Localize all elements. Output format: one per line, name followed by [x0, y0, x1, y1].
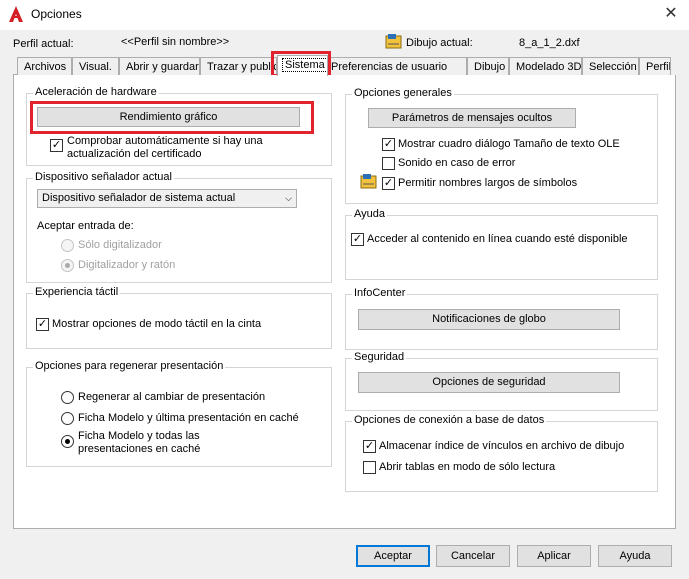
pointing-device-select[interactable]: Dispositivo señalador de sistema actual ⌵ [37, 189, 297, 208]
button-highlight-box [30, 101, 314, 134]
model-all-cached-label-2: presentaciones en caché [78, 443, 201, 455]
long-symbol-names-checkbox[interactable]: ✓ [382, 177, 395, 190]
tab-bar: Archivos Visual. Abrir y guardar Trazar … [13, 55, 671, 76]
readonly-tables-checkbox[interactable] [363, 461, 376, 474]
title-bar [0, 0, 689, 30]
tab-seleccion[interactable]: Selección [582, 57, 639, 75]
group-title: Opciones de conexión a base de datos [352, 414, 547, 426]
model-last-cached-label: Ficha Modelo y última presentación en ca… [78, 412, 299, 424]
certificate-update-label-1: Comprobar automáticamente si hay una [67, 135, 263, 147]
tab-archivos[interactable]: Archivos [17, 57, 72, 75]
window-title: Opciones [31, 7, 82, 21]
security-options-button[interactable]: Opciones de seguridad [358, 372, 620, 393]
group-help: Ayuda [345, 208, 658, 280]
group-title: Aceleración de hardware [33, 86, 159, 98]
group-title: Opciones para regenerar presentación [33, 360, 226, 372]
digitizer-mouse-label: Digitalizador y ratón [78, 259, 176, 271]
tab-visual[interactable]: Visual. [72, 57, 119, 75]
profile-value: <<Perfil sin nombre>> [121, 36, 230, 48]
profile-label: Perfil actual: [13, 38, 74, 50]
long-symbol-names-label: Permitir nombres largos de símbolos [398, 177, 578, 189]
online-content-checkbox[interactable]: ✓ [351, 233, 364, 246]
drawing-value: 8_a_1_2.dxf [519, 37, 580, 49]
group-title: Seguridad [352, 351, 407, 363]
accept-button[interactable]: Aceptar [356, 545, 430, 567]
balloon-notifications-button[interactable]: Notificaciones de globo [358, 309, 620, 330]
readonly-tables-label: Abrir tablas en modo de sólo lectura [379, 461, 556, 473]
chevron-down-icon: ⌵ [285, 193, 292, 203]
apply-button[interactable]: Aplicar [517, 545, 591, 567]
drawing-label: Dibujo actual: [406, 37, 473, 49]
hidden-messages-button[interactable]: Parámetros de mensajes ocultos [368, 108, 576, 128]
online-content-label: Acceder al contenido en línea cuando est… [367, 233, 628, 245]
tab-preferencias-usuario[interactable]: Preferencias de usuario [328, 57, 467, 75]
help-button[interactable]: Ayuda [598, 545, 672, 567]
tab-sistema[interactable]: Sistema [277, 55, 328, 76]
group-title: Experiencia táctil [33, 286, 121, 298]
cancel-button[interactable]: Cancelar [436, 545, 510, 567]
ole-text-size-label: Mostrar cuadro diálogo Tamaño de texto O… [398, 138, 620, 150]
tab-trazar-publicar[interactable]: Trazar y publicar [200, 57, 277, 75]
autocad-logo-icon [9, 6, 23, 22]
model-all-cached-radio[interactable] [61, 435, 74, 448]
certificate-update-checkbox[interactable]: ✓ [50, 139, 63, 152]
digitizer-only-radio[interactable] [61, 239, 74, 252]
touch-mode-checkbox[interactable]: ✓ [36, 318, 49, 331]
tab-abrir-guardar[interactable]: Abrir y guardar [119, 57, 200, 75]
digitizer-only-label: Sólo digitalizador [78, 239, 162, 251]
model-last-cached-radio[interactable] [61, 412, 74, 425]
model-all-cached-label-1: Ficha Modelo y todas las [78, 430, 200, 442]
certificate-update-label-2: actualización del certificado [67, 148, 202, 160]
error-sound-checkbox[interactable] [382, 157, 395, 170]
group-title: InfoCenter [352, 287, 408, 299]
tab-dibujo[interactable]: Dibujo [467, 57, 509, 75]
group-db-connection: Opciones de conexión a base de datos [345, 414, 658, 492]
drawing-file-icon [385, 34, 402, 49]
touch-mode-label: Mostrar opciones de modo táctil en la ci… [52, 318, 262, 330]
store-link-index-label: Almacenar índice de vínculos en archivo … [379, 440, 625, 452]
group-title: Opciones generales [352, 87, 454, 99]
store-link-index-checkbox[interactable]: ✓ [363, 440, 376, 453]
regen-on-switch-radio[interactable] [61, 391, 74, 404]
ole-text-size-checkbox[interactable]: ✓ [382, 138, 395, 151]
group-title: Dispositivo señalador actual [33, 171, 174, 183]
tab-modelado-3d[interactable]: Modelado 3D [509, 57, 582, 75]
error-sound-label: Sonido en caso de error [398, 157, 516, 169]
close-icon[interactable]: ✕ [660, 3, 682, 25]
symbol-names-icon [360, 174, 377, 189]
digitizer-mouse-radio[interactable] [61, 259, 74, 272]
regen-on-switch-label: Regenerar al cambiar de presentación [78, 391, 266, 403]
tab-perfil[interactable]: Perfil [639, 57, 671, 75]
group-title: Ayuda [352, 208, 387, 220]
accept-input-label: Aceptar entrada de: [37, 220, 134, 232]
